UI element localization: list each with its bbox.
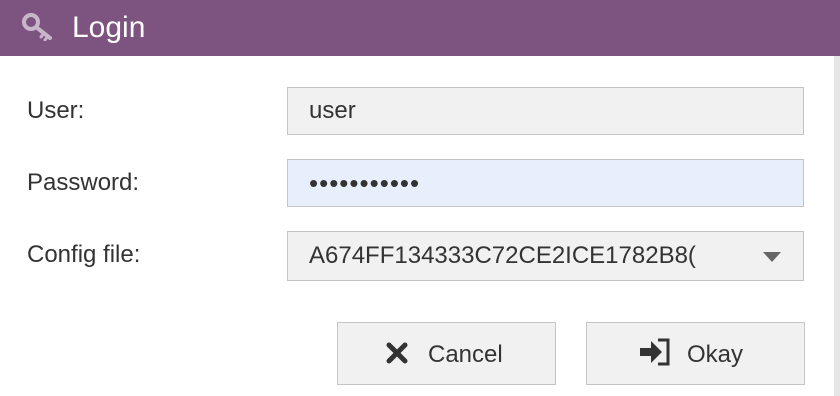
window-title: Login (72, 11, 146, 44)
cancel-button-label: Cancel (428, 341, 503, 368)
close-icon (386, 342, 408, 364)
title-bar: Login (0, 0, 840, 56)
key-icon (22, 13, 52, 41)
config-file-select[interactable]: A674FF134333C72CE2ICE1782B8( (287, 231, 804, 281)
sign-in-icon (640, 338, 670, 366)
config-file-value: A674FF134333C72CE2ICE1782B8( (309, 242, 696, 269)
okay-button-label: Okay (687, 341, 744, 368)
password-label: Password: (27, 169, 140, 196)
window-edge (834, 56, 840, 396)
password-input[interactable] (287, 159, 804, 207)
user-input[interactable] (287, 87, 804, 135)
okay-button[interactable]: Okay (586, 322, 805, 385)
config-file-label: Config file: (27, 241, 141, 268)
chevron-down-icon (763, 252, 781, 262)
user-label: User: (27, 97, 85, 124)
cancel-button[interactable]: Cancel (337, 322, 556, 385)
